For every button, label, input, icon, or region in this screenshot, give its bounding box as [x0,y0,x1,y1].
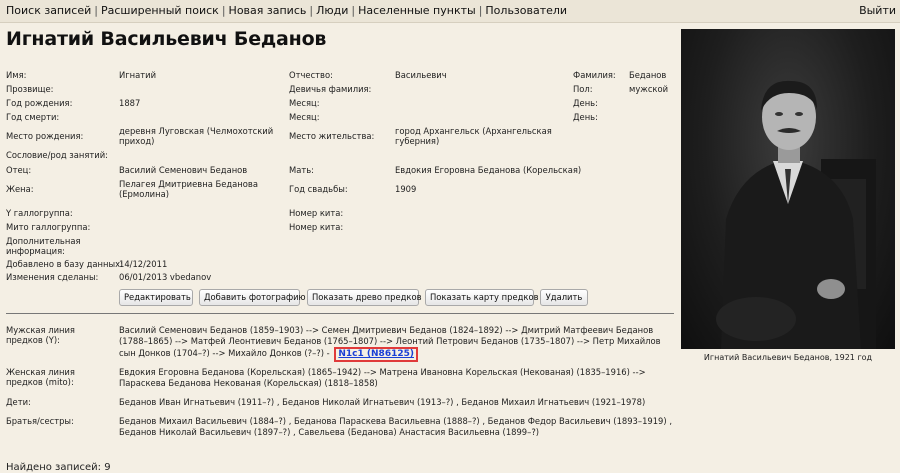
label-added: Добавлено в базу данных: [6,259,123,269]
label-surname: Фамилия: [573,70,616,80]
label-nickname: Прозвище: [6,84,54,94]
label-birth-month: Месяц: [289,98,320,108]
top-navigation: Поиск записей | Расширенный поиск | Новая за… [0,0,900,23]
photo-portrait-image [716,80,876,349]
label-residence: Место жительства: [289,131,375,141]
label-sex: Пол: [573,84,593,94]
value-changed: 06/01/2013 vbedanov [119,272,212,282]
label-patronymic: Отчество: [289,70,333,80]
records-found-count: Найдено записей: 9 [6,462,111,473]
show-tree-button[interactable]: Показать древо предков [307,289,422,306]
label-death-month: Месяц: [289,112,320,122]
label-death-year: Год смерти: [6,112,60,122]
value-birthplace: деревня Луговская (Челмохотский приход) [119,126,274,146]
label-mother: Мать: [289,165,314,175]
nav-settlements[interactable]: Населенные пункты [358,4,476,17]
photo-caption: Игнатий Васильевич Беданов, 1921 год [703,353,873,362]
children-text: Беданов Иван Игнатьевич (1911–?) , Бедан… [119,397,646,407]
value-sex: мужской [629,84,669,94]
add-photo-button[interactable]: Добавить фотографию [199,289,306,306]
value-patronymic: Васильевич [395,70,447,80]
label-children: Дети: [6,397,31,407]
value-birth-year: 1887 [119,98,141,108]
nav-search-records[interactable]: Поиск записей [6,4,91,17]
nav-people[interactable]: Люди [316,4,348,17]
label-birth-year: Год рождения: [6,98,73,108]
nav-users[interactable]: Пользователи [485,4,567,17]
female-line-text: Евдокия Егоровна Беданова (Корельская) (… [119,367,646,388]
value-added: 14/12/2011 [119,259,168,269]
value-name: Игнатий [119,70,157,80]
divider [6,313,674,314]
label-death-day: День: [573,112,598,122]
nav-new-record[interactable]: Новая запись [229,4,307,17]
label-kit-number-1: Номер кита: [289,208,344,218]
label-mt-haplogroup: Мито галлогруппа: [6,222,91,232]
label-wedding-year: Год свадьбы: [289,184,348,194]
label-changed: Изменения сделаны: [6,272,99,282]
edit-button[interactable]: Редактировать [119,289,193,306]
value-mother: Евдокия Егоровна Беданова (Корельская) [395,165,582,175]
label-birth-day: День: [573,98,598,108]
show-map-button[interactable]: Показать карту предков [425,289,539,306]
siblings-text: Беданов Михаил Васильевич (1884–?) , Бед… [119,416,672,437]
value-wedding-year: 1909 [395,184,417,194]
label-wife: Жена: [6,184,34,194]
nav-advanced-search[interactable]: Расширенный поиск [101,4,219,17]
value-father: Василий Семенович Беданов [119,165,248,175]
label-birthplace: Место рождения: [6,131,84,141]
male-haplogroup-link[interactable]: N1c1 (N86125) [334,347,418,362]
label-estate: Сословие/род занятий: [6,150,108,160]
label-y-haplogroup: Y галлогруппа: [6,208,73,218]
label-maiden-name: Девичья фамилия: [289,84,372,94]
nav-links: Поиск записей | Расширенный поиск | Новая за… [6,4,568,17]
page-title: Игнатий Васильевич Беданов [6,28,327,50]
label-male-line: Мужская линия предков (Y): [6,325,75,345]
label-female-line: Женская линия предков (mito): [6,367,75,387]
value-residence: город Архангельск (Архангельская губерни… [395,126,552,146]
label-name: Имя: [6,70,27,80]
label-kit-number-2: Номер кита: [289,222,344,232]
male-line-text: Василий Семенович Беданов (1859–1903) --… [119,325,675,362]
logout-link[interactable]: Выйти [859,0,896,22]
value-wife: Пелагея Дмитриевна Беданова (Ермолина) [119,179,258,199]
value-surname: Беданов [629,70,667,80]
label-siblings: Братья/сестры: [6,416,74,426]
label-father: Отец: [6,165,32,175]
delete-button[interactable]: Удалить [540,289,588,306]
person-photo[interactable] [681,29,895,349]
label-extra-info: Дополнительная информация: [6,236,81,256]
